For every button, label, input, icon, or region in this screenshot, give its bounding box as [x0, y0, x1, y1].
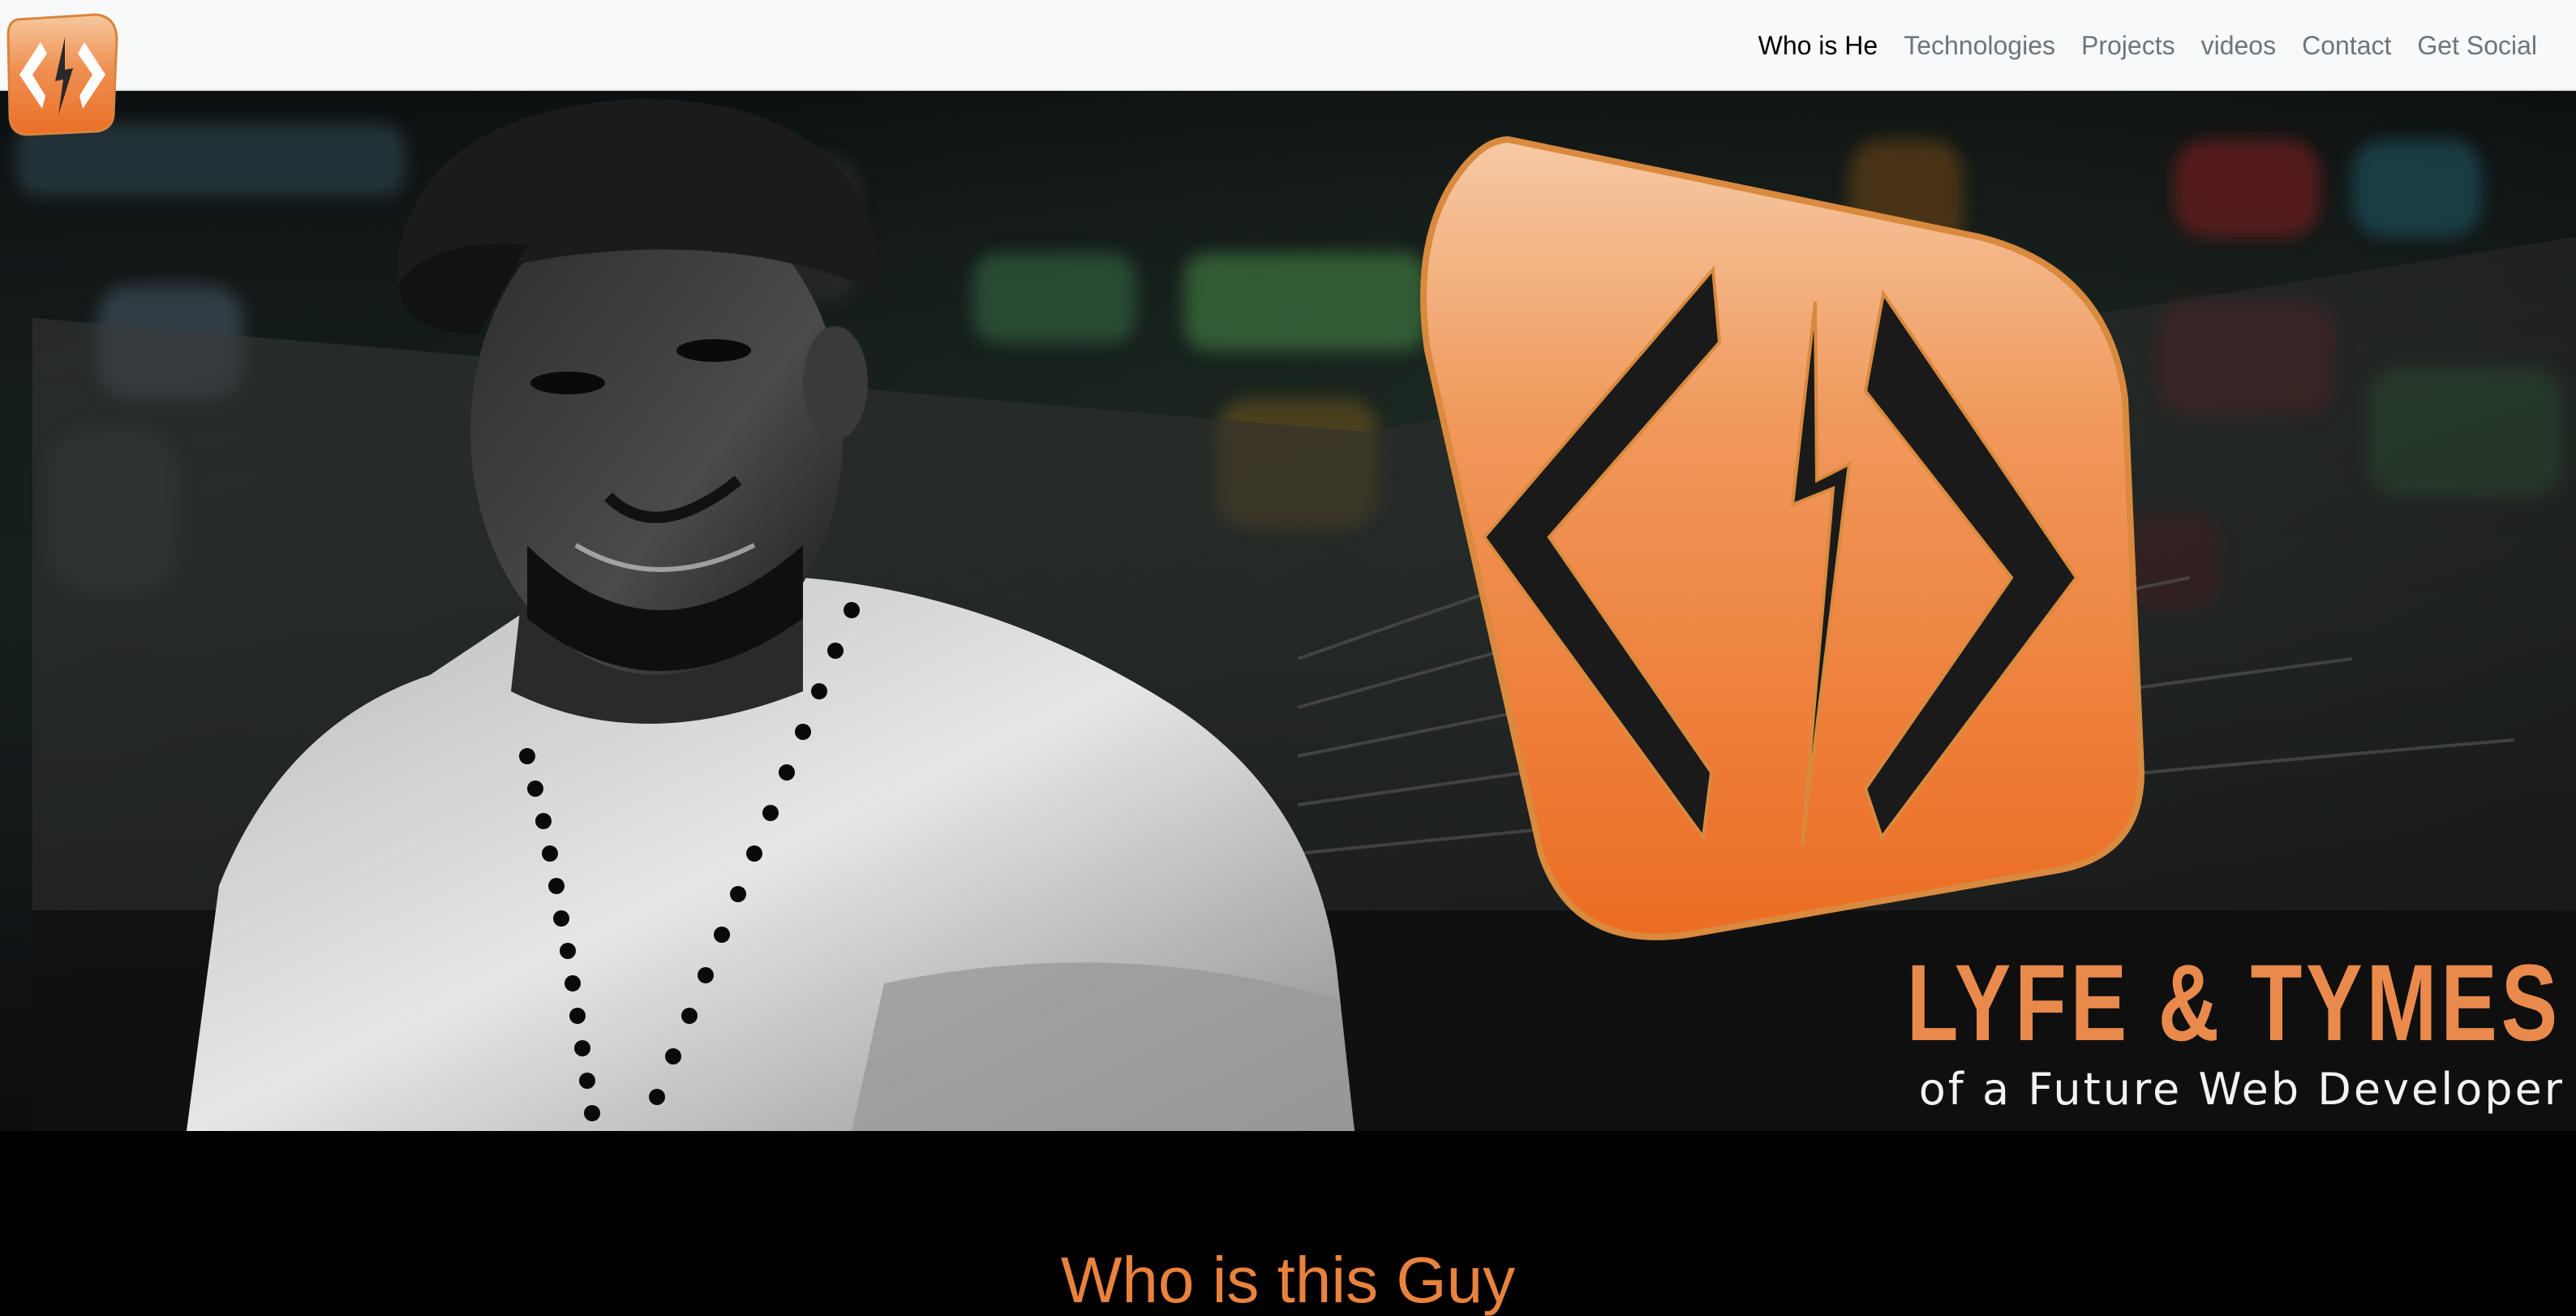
hero-title: LYFE & TYMES [1906, 943, 2561, 1064]
code-bolt-logo-icon [1420, 135, 2145, 940]
hero-banner: LYFE & TYMES of a Future Web Developer [0, 91, 2576, 1131]
brand-logo-icon[interactable] [6, 11, 120, 136]
nav-link-contact[interactable]: Contact [2302, 31, 2391, 61]
section-heading: Who is this Guy [1060, 1244, 1516, 1316]
nav-links: Who is He Technologies Projects videos C… [1758, 0, 2537, 91]
developer-portrait-image [187, 99, 1355, 1131]
top-navbar: Who is He Technologies Projects videos C… [0, 0, 2576, 91]
nav-link-who-is-he[interactable]: Who is He [1758, 31, 1878, 61]
nav-link-projects[interactable]: Projects [2081, 31, 2175, 61]
nav-link-get-social[interactable]: Get Social [2417, 31, 2537, 61]
hero-subtitle: of a Future Web Developer [1918, 1064, 2565, 1115]
nav-link-technologies[interactable]: Technologies [1904, 31, 2055, 61]
nav-link-videos[interactable]: videos [2201, 31, 2277, 61]
